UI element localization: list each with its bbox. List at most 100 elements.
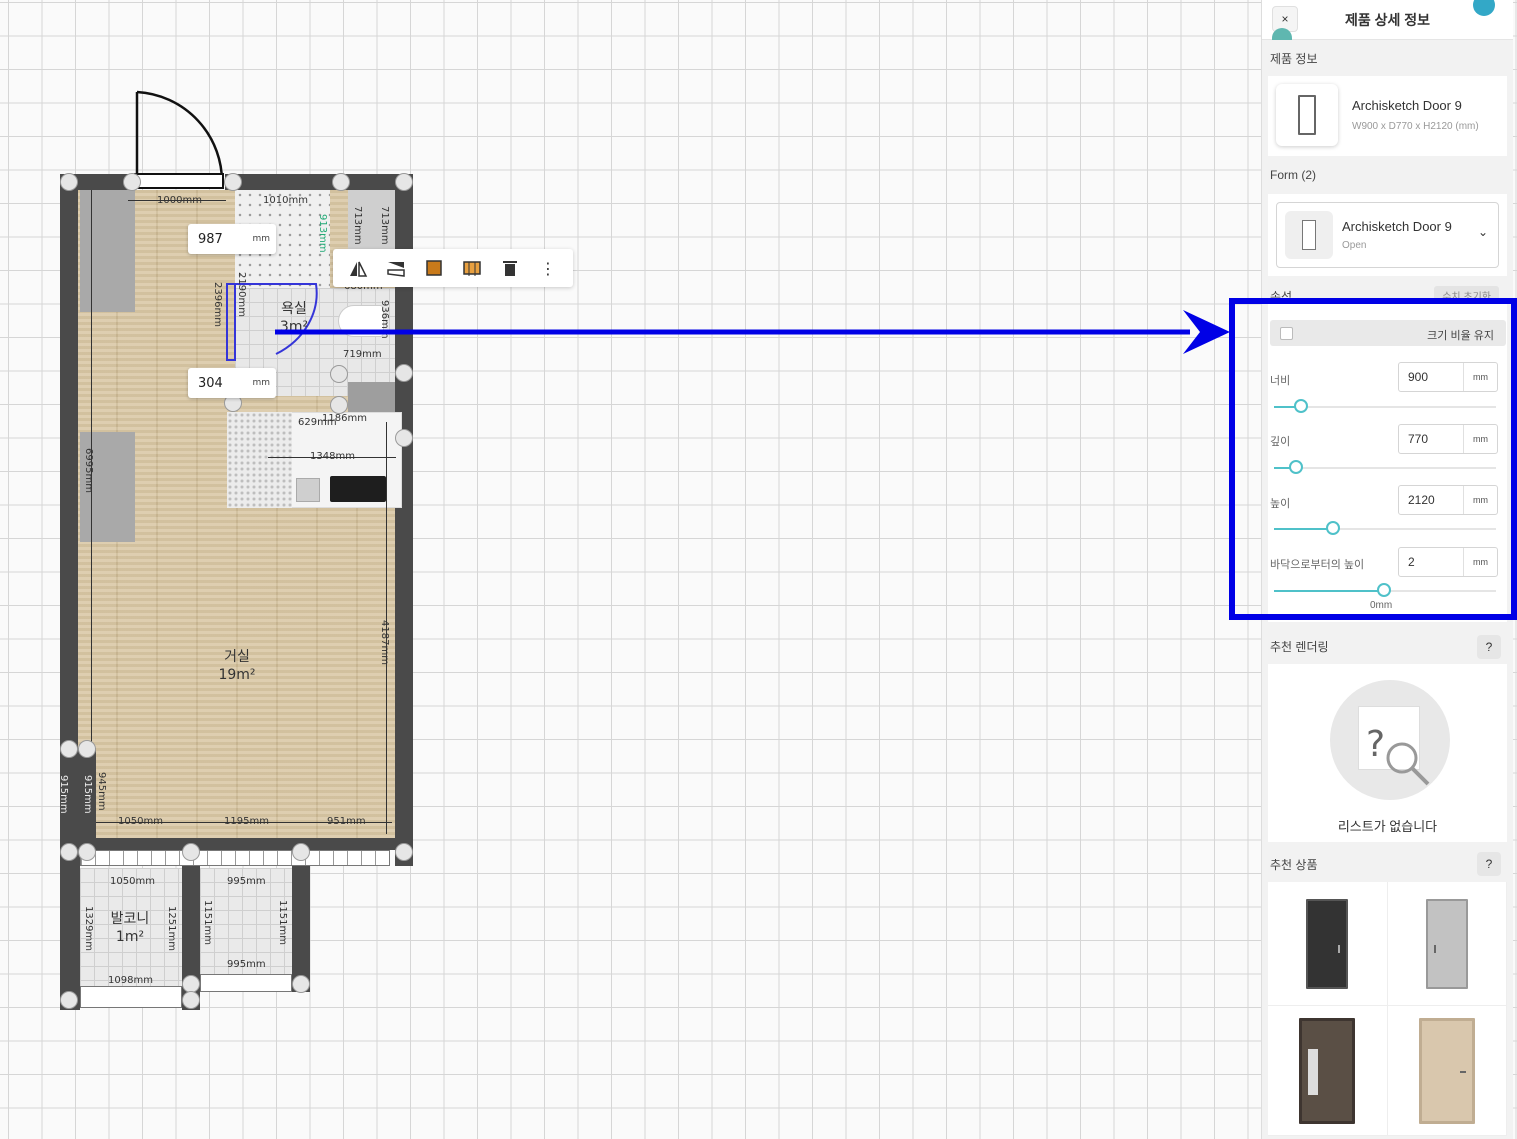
dim-bottom-c: 951mm [327, 816, 366, 827]
wall-node[interactable] [60, 843, 78, 861]
wall-node[interactable] [292, 975, 310, 993]
wall-node[interactable] [78, 843, 96, 861]
wall-node[interactable] [332, 173, 350, 191]
door-offset-bottom-input[interactable]: 304 mm [188, 368, 276, 398]
door-product-image [1306, 898, 1349, 989]
door-offset-top-value[interactable]: 987 [198, 232, 223, 247]
rendering-card: ? 리스트가 없습니다 [1268, 664, 1507, 842]
kitchen-stone [227, 412, 292, 508]
balcony-wall-left[interactable] [60, 850, 80, 1010]
flip-vertical-icon [387, 262, 405, 277]
form-state: Open [1342, 240, 1367, 251]
floor-plan: 욕실 3m² 거실 19m² 1000mm 1010mm 680mm 713mm… [0, 0, 1230, 1139]
dim-kitchen-w: 1348mm [310, 451, 355, 462]
wall-node[interactable] [224, 173, 242, 191]
recommend-item[interactable] [1268, 1006, 1388, 1136]
teal-dot-decoration [1473, 0, 1495, 16]
material-button[interactable] [421, 255, 447, 281]
flip-horizontal-button[interactable] [345, 255, 371, 281]
recommend-item[interactable] [1387, 882, 1507, 1006]
door-icon [1298, 95, 1316, 135]
wall-node[interactable] [182, 843, 200, 861]
dim-right-v: 4187mm [379, 620, 390, 665]
rendering-label: 추천 렌더링 [1270, 640, 1329, 654]
empty-illustration: ? [1330, 680, 1450, 800]
dim-bath-v-right: 2190mm [236, 272, 247, 317]
flip-horizontal-icon [350, 261, 368, 277]
door-offset-bottom-value[interactable]: 304 [198, 376, 223, 391]
dim-line [91, 190, 92, 835]
product-name: Archisketch Door 9 [1352, 98, 1462, 113]
wall-bottom[interactable] [60, 838, 413, 850]
dim-bottom-left-v3: 945mm [96, 772, 107, 811]
dim-balcony-bottom-a: 1098mm [108, 975, 153, 986]
product-info-card: Archisketch Door 9 W900 x D770 x H2120 (… [1268, 76, 1507, 156]
form-select[interactable]: Archisketch Door 9 Open ⌄ [1276, 202, 1499, 268]
product-thumbnail [1276, 84, 1338, 146]
wall-node[interactable] [330, 365, 348, 383]
question-icon: ? [1485, 857, 1493, 871]
door-product-image [1418, 1017, 1475, 1124]
wall-node[interactable] [60, 991, 78, 1009]
dim-bottom-b: 1195mm [224, 816, 269, 827]
wall-node[interactable] [395, 173, 413, 191]
door-offset-top-input[interactable]: 987 mm [188, 224, 276, 254]
more-vertical-icon: ⋮ [540, 258, 556, 278]
wall-node[interactable] [395, 843, 413, 861]
recommend-item[interactable] [1268, 882, 1388, 1006]
balcony-wall-right[interactable] [292, 850, 310, 992]
rendering-help-button[interactable]: ? [1477, 635, 1501, 659]
door-handle [1338, 944, 1341, 953]
wall-node[interactable] [330, 396, 348, 414]
wall-node[interactable] [292, 843, 310, 861]
wall-node[interactable] [60, 740, 78, 758]
living-room-label: 거실 19m² [218, 649, 256, 683]
dim-balcony-top-b: 995mm [227, 876, 266, 887]
highlight-box [1229, 298, 1517, 620]
recommend-label: 추천 상품 [1270, 858, 1318, 872]
dim-balcony-v4: 1151mm [277, 900, 288, 945]
question-icon: ? [1485, 640, 1493, 654]
cooktop[interactable] [330, 476, 386, 502]
entry-door-swing[interactable] [130, 88, 230, 192]
annotation-arrow [275, 310, 1230, 354]
close-icon: × [1281, 12, 1289, 26]
sink[interactable] [296, 478, 320, 502]
door-product-image [1425, 898, 1468, 989]
recommend-item[interactable] [1387, 1006, 1507, 1136]
wall-node[interactable] [395, 429, 413, 447]
dim-right-v1: 713mm [352, 206, 363, 245]
form-label: Form (2) [1270, 168, 1316, 182]
balcony-window-bottom [80, 986, 182, 1008]
svg-text:?: ? [1366, 724, 1385, 765]
door-offset-top-unit: mm [252, 234, 270, 244]
dim-bath-v-left: 2396mm [212, 282, 223, 327]
door-icon [1302, 220, 1316, 250]
dim-bottom-left-v1: 915mm [58, 775, 69, 814]
dim-bottom-left-v2: 915mm [82, 775, 93, 814]
panel-header: × 제품 상세 정보 [1262, 0, 1513, 40]
wall-top-right[interactable] [225, 174, 413, 190]
wall-node[interactable] [182, 991, 200, 1009]
balcony-label: 발코니 1m² [110, 911, 150, 945]
wardrobe[interactable] [80, 190, 135, 312]
dim-balcony-v3: 1151mm [202, 900, 213, 945]
door-handle [1459, 1070, 1466, 1073]
wall-node[interactable] [395, 364, 413, 382]
form-card: Archisketch Door 9 Open ⌄ [1268, 194, 1507, 276]
wall-node[interactable] [60, 173, 78, 191]
flip-vertical-button[interactable] [383, 255, 409, 281]
replace-button[interactable] [459, 255, 485, 281]
dim-right-v2: 713mm [379, 206, 390, 245]
more-button[interactable]: ⋮ [535, 255, 561, 281]
wall-node[interactable] [78, 740, 96, 758]
dim-left-v: 6995mm [83, 448, 94, 493]
dim-top-bath: 1010mm [263, 195, 308, 206]
trash-icon [503, 261, 517, 276]
dim-balcony-v2: 1251mm [166, 906, 177, 951]
delete-button[interactable] [497, 255, 523, 281]
recommend-help-button[interactable]: ? [1477, 852, 1501, 876]
dim-kitchen-b: 1186mm [322, 413, 367, 424]
recommend-grid [1268, 882, 1507, 1136]
wall-node[interactable] [123, 173, 141, 191]
